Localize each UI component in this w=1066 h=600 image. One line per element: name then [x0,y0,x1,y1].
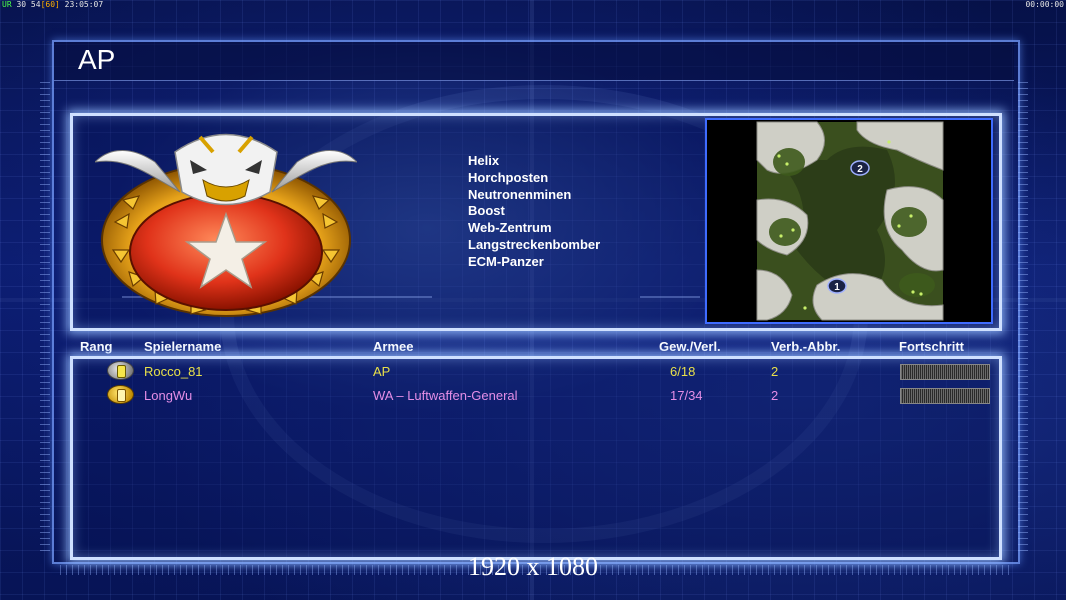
power-item: Boost [468,203,505,219]
power-item: Web-Zentrum [468,220,552,236]
debug-hud-left: UR 30 54[60] 23:05:07 [2,0,104,9]
player-disconnects: 2 [771,388,779,403]
minimap: 2 1 [705,118,993,324]
player-army: WA – Luftwaffen-General [373,388,518,403]
power-item: Neutronenminen [468,186,572,202]
page-title: AP [78,44,116,75]
general-powers-list: Helix Horchposten Neutronenminen Boost W… [468,153,600,271]
column-header-army[interactable]: Armee [373,339,413,354]
progress-bar [900,388,990,404]
progress-bar [900,364,990,380]
player-row[interactable]: LongWu WA – Luftwaffen-General 17/34 2 [74,384,992,406]
right-ruler [1018,82,1028,552]
start-position-marker: 2 [850,160,870,176]
svg-text:1: 1 [834,282,840,293]
power-item: Langstreckenbomber [468,236,601,252]
silver-rank-icon [107,361,134,380]
column-header-player-name[interactable]: Spielername [144,339,221,354]
faction-emblem-icon [95,133,357,317]
title-bar [54,42,1014,81]
power-item: ECM-Panzer [468,253,544,269]
player-wins-losses: 6/18 [670,364,696,379]
panel-divider [640,296,700,298]
game-screen: UR 30 54[60] 23:05:07 00:00:00 AP Helix … [0,0,1066,600]
column-header-progress[interactable]: Fortschritt [899,339,964,354]
power-item: Helix [468,153,500,168]
column-header-wins-losses[interactable]: Gew./Verl. [659,339,721,354]
resolution-label: 1920 x 1080 [468,552,598,581]
player-name: Rocco_81 [144,364,203,379]
player-row[interactable]: Rocco_81 AP 6/18 2 [74,360,992,382]
column-header-disconnects[interactable]: Verb.-Abbr. [771,339,840,354]
column-header-rank[interactable]: Rang [80,339,113,354]
start-position-marker: 1 [827,278,847,294]
gold-rank-icon [107,385,134,404]
power-item: Horchposten [468,169,549,185]
player-wins-losses: 17/34 [670,388,703,403]
debug-hud-right: 00:00:00 [1025,0,1064,9]
player-name: LongWu [144,388,193,403]
svg-text:2: 2 [857,164,863,175]
player-army: AP [373,364,391,379]
left-ruler [40,82,50,552]
player-disconnects: 2 [771,364,779,379]
